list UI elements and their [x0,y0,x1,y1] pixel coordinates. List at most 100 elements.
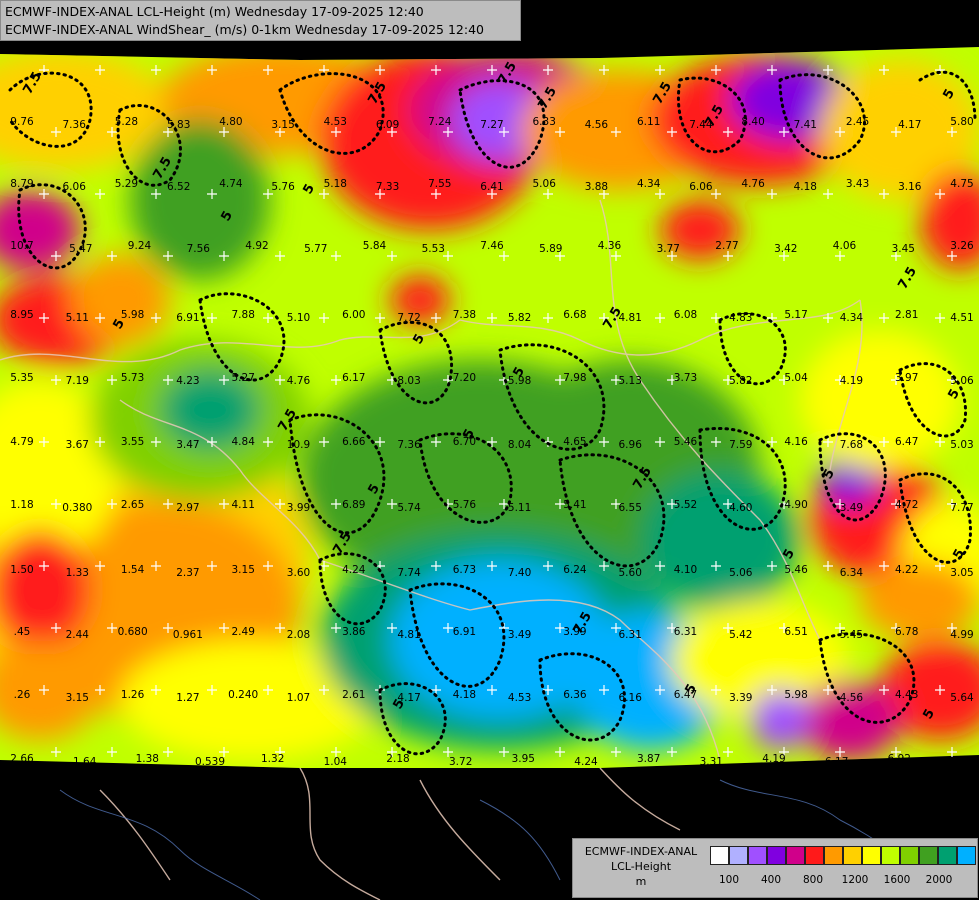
legend-swatch [710,846,729,865]
station-value: 5.83 [167,119,190,131]
station-value: 3.99 [563,626,586,638]
station-value: 2.65 [121,499,144,511]
legend-tick-label: 1200 [841,874,869,886]
station-value: 4.80 [219,116,242,128]
station-value: 6.91 [453,626,476,638]
station-value: 4.53 [324,116,347,128]
station-value: 4.74 [219,178,243,190]
station-value: 4.17 [397,692,420,704]
station-value: 0.539 [195,756,225,768]
station-value: 6.34 [840,567,864,579]
station-value: 1.50 [10,564,33,576]
station-value: 2.44 [66,629,90,641]
station-value: 6.16 [619,692,643,704]
station-value: 6.08 [674,309,697,321]
legend-tick-label: 800 [802,874,824,886]
station-value: 4.10 [674,564,697,576]
station-value: 7.46 [480,240,504,252]
station-value: 8.79 [10,178,33,190]
station-value: 6.78 [895,626,918,638]
station-value: .45 [14,626,31,638]
color-legend: ECMWF-INDEX-ANAL LCL-Height m 100 400 800 1… [572,838,978,898]
station-value: 3.49 [840,502,863,514]
station-value: 5.42 [729,629,752,641]
station-value: 6.68 [563,309,586,321]
station-value: 7.88 [232,309,255,321]
station-value: 7.36 [63,119,87,131]
station-value: 6.31 [674,626,697,638]
station-value: 5.13 [619,375,642,387]
station-value: 3.72 [449,756,472,768]
legend-tick-label: 400 [760,874,782,886]
station-value: 3.88 [585,181,608,193]
station-value: 5.35 [10,372,33,384]
station-value: 7.40 [508,567,531,579]
station-value: 5.46 [674,436,698,448]
station-value: 5.60 [619,567,642,579]
station-value: 4.11 [232,499,255,511]
legend-swatch [843,846,862,865]
station-value: 4.43 [895,689,918,701]
station-value: 5.28 [115,116,138,128]
station-value: 6.66 [342,436,366,448]
station-value: 4.81 [397,629,420,641]
station-value: 3.60 [287,567,310,579]
station-value: 7.41 [794,119,817,131]
station-value: 8.04 [508,439,532,451]
legend-swatch [767,846,786,865]
station-value: 1.33 [66,567,89,579]
station-value: 6.91 [176,312,199,324]
station-value: 3.39 [729,692,752,704]
legend-swatch [881,846,900,865]
station-value: 4.75 [950,178,973,190]
station-value: 2.77 [715,240,738,252]
station-value: 5.17 [784,309,807,321]
station-value: 1.18 [10,499,33,511]
legend-tick-label: 2000 [925,874,953,886]
station-value: 4.23 [176,375,199,387]
station-value: 5.10 [287,312,310,324]
station-value: 6.17 [342,372,365,384]
station-value: 3.86 [342,626,366,638]
station-value: 2.81 [895,309,918,321]
station-value: 2.08 [287,629,310,641]
station-value: 3.15 [271,119,294,131]
station-value: 5.18 [324,178,347,190]
station-value: 4.99 [950,629,973,641]
station-value: 4.81 [619,312,642,324]
legend-swatch [900,846,919,865]
station-value: 1.26 [121,689,145,701]
station-value: 6.36 [563,689,587,701]
legend-model: ECMWF-INDEX-ANAL [584,845,698,858]
legend-swatch [729,846,748,865]
station-value: 0.961 [173,629,203,641]
legend-swatch [957,846,976,865]
station-value: 8.41 [950,756,973,768]
station-value: 4.72 [895,499,918,511]
station-value: 4.76 [741,178,765,190]
station-value: 5.76 [453,499,477,511]
station-value: 2.49 [232,626,255,638]
station-value: 3.15 [66,692,89,704]
station-value: 4.19 [840,375,863,387]
station-value: .26 [14,689,31,701]
station-value: 7.20 [453,372,476,384]
title-line-1: ECMWF-INDEX-ANAL LCL-Height (m) Wednesda… [5,4,424,19]
station-value: 4.34 [637,178,661,190]
station-value: 7.38 [453,309,476,321]
station-value: 2.97 [176,502,199,514]
legend-swatch [805,846,824,865]
station-value: 7.33 [376,181,399,193]
station-value: 6.33 [533,116,556,128]
legend-tick-label: 100 [718,874,740,886]
station-value: 3.87 [637,753,660,765]
legend-swatch [862,846,881,865]
station-value: 3.55 [121,436,144,448]
station-value: 6.70 [453,436,476,448]
station-value: 5.98 [784,689,807,701]
station-value: 4.24 [574,756,598,768]
station-value: 9.24 [128,240,152,252]
station-value: 5.52 [674,499,697,511]
station-value: 4.92 [245,240,268,252]
station-value: 7.56 [187,243,211,255]
